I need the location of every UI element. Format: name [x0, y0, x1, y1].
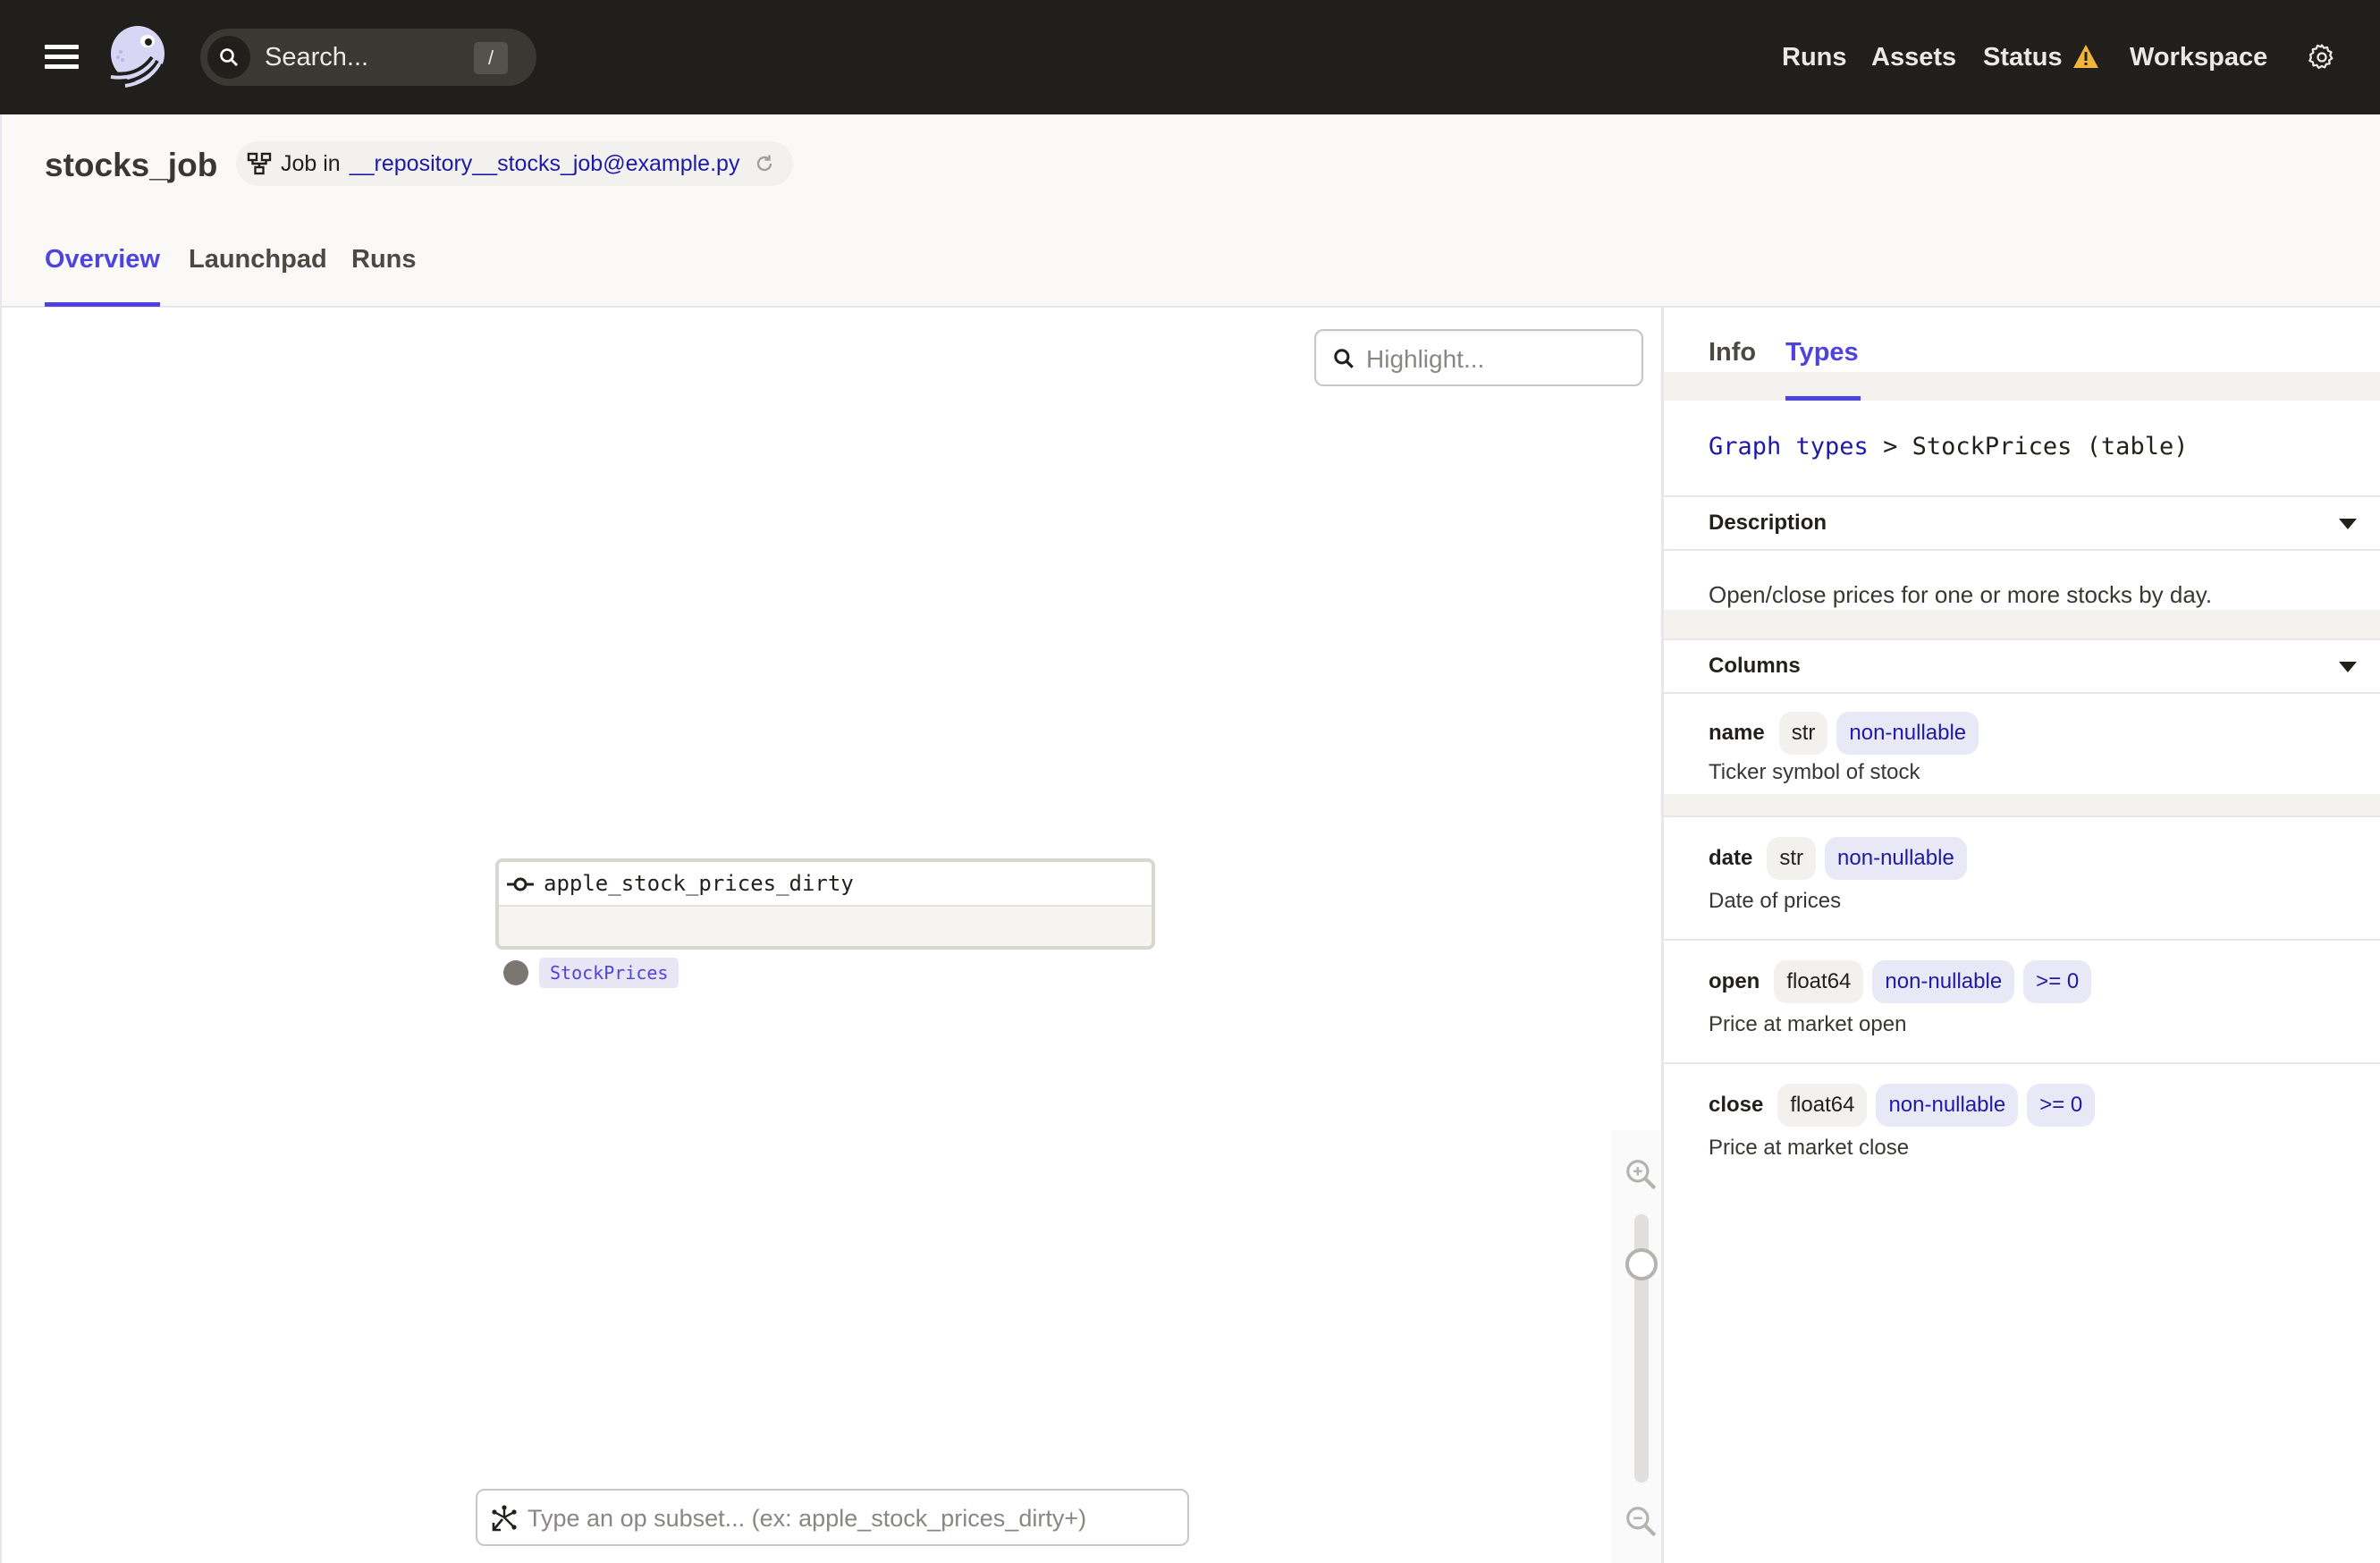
nav-assets[interactable]: Assets: [1871, 39, 1956, 75]
column-description: Price at market open: [1709, 1012, 1907, 1036]
column-name: name: [1709, 721, 1765, 745]
tab-overview[interactable]: Overview: [45, 245, 160, 275]
column-description: Date of prices: [1709, 889, 1842, 913]
column-name: open: [1709, 969, 1760, 993]
nav-runs[interactable]: Runs: [1782, 39, 1847, 75]
column-row: name str non-nullable Ticker symbol of s…: [1664, 694, 2380, 784]
warning-icon[interactable]: [2072, 44, 2099, 69]
op-node-header[interactable]: apple_stock_prices_dirty: [499, 862, 1152, 907]
zoom-in-icon[interactable]: [1624, 1157, 1658, 1191]
op-subset-input[interactable]: Type an op subset... (ex: apple_stock_pr…: [476, 1489, 1189, 1546]
column-constraint-pill: non-nullable: [1836, 712, 1979, 755]
zoom-slider-thumb[interactable]: [1625, 1248, 1658, 1280]
menu-icon[interactable]: [45, 45, 79, 70]
caret-down-icon[interactable]: [2339, 519, 2357, 529]
columns-section-header[interactable]: Columns: [1664, 638, 2380, 694]
search-shortcut-key: /: [474, 42, 508, 74]
active-tab-indicator: [45, 302, 160, 307]
dagster-logo-icon[interactable]: [105, 23, 173, 91]
column-row: date str non-nullable Date of prices: [1664, 819, 2380, 941]
type-breadcrumb: Graph types > StockPrices (table): [1709, 433, 2188, 460]
zoom-out-icon[interactable]: [1624, 1504, 1658, 1538]
column-name: date: [1709, 846, 1753, 870]
highlight-input[interactable]: Highlight...: [1314, 329, 1643, 386]
op-node-name: apple_stock_prices_dirty: [544, 871, 854, 896]
section-spacer: [1664, 610, 2380, 638]
active-sidebar-tab-indicator: [1785, 396, 1861, 401]
column-type-pill: str: [1778, 712, 1828, 755]
page-header: stocks_job Job in __repository__stocks_j…: [0, 114, 2380, 308]
types-sidebar: Info Types Graph types > StockPrices (ta…: [1661, 308, 2380, 1563]
description-section-title: Description: [1709, 511, 1827, 535]
columns-section-title: Columns: [1709, 654, 1801, 678]
search-icon: [207, 36, 250, 79]
column-type-pill: float64: [1774, 960, 1864, 1003]
column-row: close float64 non-nullable >= 0 Price at…: [1664, 1066, 2380, 1187]
sidebar-tabs: Info Types: [1664, 308, 2380, 401]
search-placeholder: Search...: [265, 43, 369, 72]
job-in-label: Job in: [281, 150, 341, 176]
breadcrumb-current: StockPrices (table): [1912, 433, 2189, 460]
column-row: open float64 non-nullable >= 0 Price at …: [1664, 942, 2380, 1064]
description-section-header[interactable]: Description: [1664, 495, 2380, 551]
type-description: Open/close prices for one or more stocks…: [1709, 581, 2213, 608]
column-description: Price at market close: [1709, 1136, 1910, 1160]
reload-icon[interactable]: [754, 153, 775, 174]
op-node[interactable]: apple_stock_prices_dirty: [495, 858, 1155, 950]
top-navigation-bar: Search... / Runs Assets Status Workspace: [0, 0, 2380, 114]
graph-canvas[interactable]: Highlight... apple_stock_prices_dirty St…: [0, 308, 1663, 1563]
column-constraint-pill: non-nullable: [1876, 1084, 2019, 1127]
sidebar-tab-types[interactable]: Types: [1785, 338, 1859, 368]
nav-workspace[interactable]: Workspace: [2130, 39, 2267, 75]
output-type-tag[interactable]: StockPrices: [539, 958, 679, 988]
row-spacer: [1664, 794, 2380, 817]
op-subset-placeholder: Type an op subset... (ex: apple_stock_pr…: [527, 1505, 1087, 1532]
column-constraint-pill: non-nullable: [1872, 960, 2015, 1003]
column-description: Ticker symbol of stock: [1709, 760, 1920, 784]
tabs-band: [1664, 372, 2380, 401]
caret-down-icon[interactable]: [2339, 662, 2357, 672]
op-icon: [507, 877, 534, 891]
sidebar-tab-info[interactable]: Info: [1709, 338, 1757, 368]
search-icon: [1334, 349, 1354, 368]
tab-launchpad[interactable]: Launchpad: [189, 245, 327, 275]
column-constraint-pill: >= 0: [2027, 1084, 2096, 1127]
op-selector-icon: [492, 1505, 517, 1532]
zoom-control: [1611, 1130, 1661, 1563]
gear-icon[interactable]: [2307, 42, 2337, 72]
job-repository-chip: Job in __repository__stocks_job@example.…: [236, 141, 794, 186]
highlight-placeholder: Highlight...: [1366, 345, 1485, 373]
global-search-input[interactable]: Search... /: [200, 29, 536, 86]
repository-link[interactable]: __repository__stocks_job@example.py: [350, 151, 740, 177]
breadcrumb-graph-types-link[interactable]: Graph types: [1709, 433, 1869, 460]
output-port-dot[interactable]: [503, 960, 528, 985]
column-type-pill: float64: [1777, 1084, 1868, 1127]
column-name: close: [1709, 1093, 1764, 1117]
column-constraint-pill: >= 0: [2023, 960, 2092, 1003]
column-constraint-pill: non-nullable: [1825, 837, 1967, 880]
column-type-pill: str: [1767, 837, 1817, 880]
nav-status[interactable]: Status: [1983, 39, 2063, 75]
breadcrumb-separator: >: [1883, 433, 1898, 460]
page-title: stocks_job: [45, 147, 218, 183]
tab-runs[interactable]: Runs: [351, 245, 417, 275]
job-graph-icon: [247, 152, 272, 175]
